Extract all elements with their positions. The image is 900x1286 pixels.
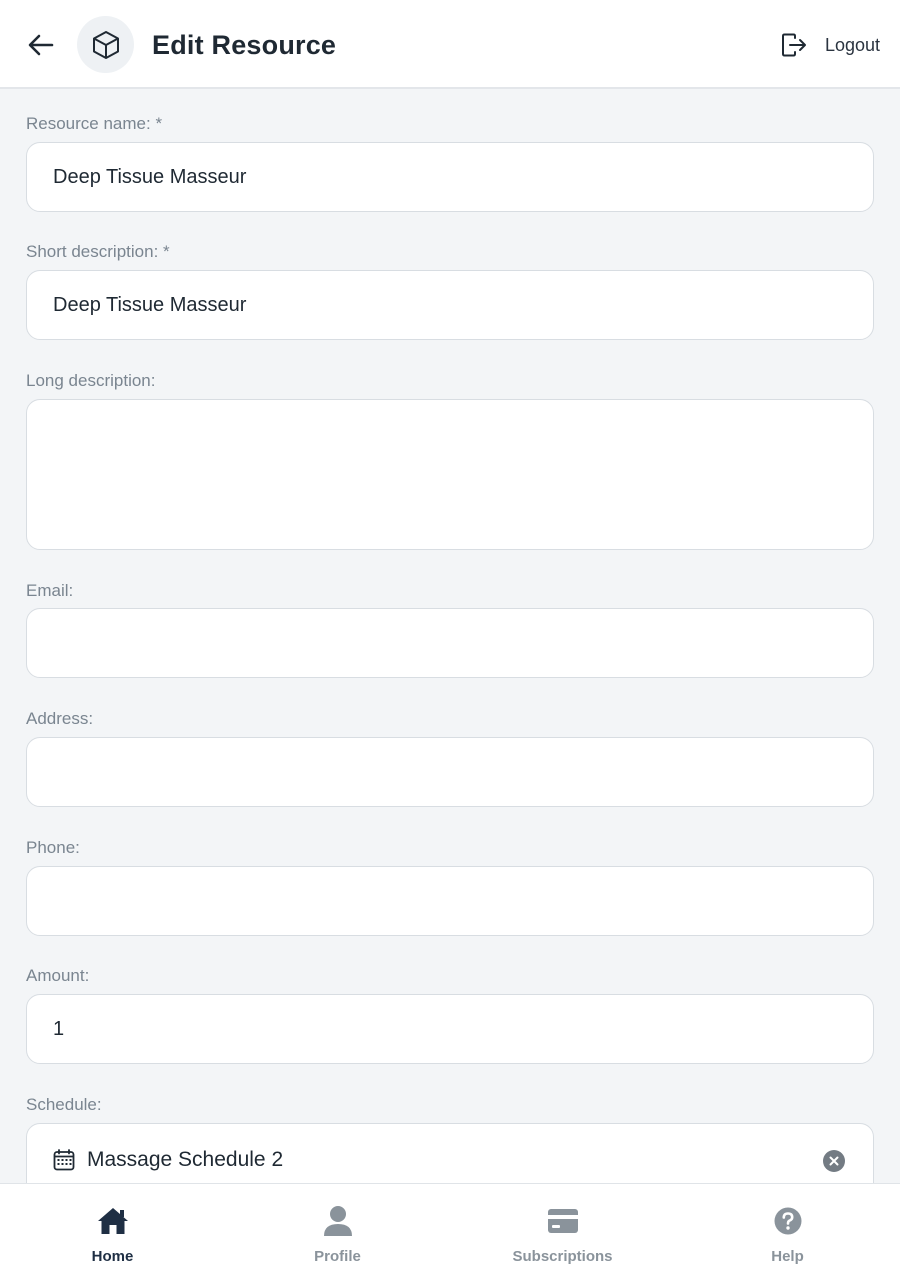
nav-label-profile: Profile	[314, 1248, 361, 1265]
short-description-input[interactable]	[26, 270, 874, 340]
edit-resource-form: Resource name: * Short description: * Lo…	[0, 89, 900, 1183]
short-description-label: Short description: *	[26, 242, 170, 261]
email-label: Email:	[26, 581, 74, 600]
long-description-textarea[interactable]	[26, 399, 874, 550]
back-button[interactable]	[22, 26, 60, 64]
resource-name-label: Resource name: *	[26, 114, 163, 133]
schedule-value: Massage Schedule 2	[87, 1148, 284, 1171]
arrow-left-icon	[28, 34, 54, 56]
logout-label: Logout	[824, 34, 880, 55]
app-root: Edit Resource Logout Resource name: * Sh…	[0, 0, 900, 1286]
address-input[interactable]	[26, 737, 874, 807]
close-icon	[829, 1156, 839, 1166]
calendar-icon	[53, 1149, 75, 1171]
address-label: Address:	[26, 709, 94, 728]
amount-input[interactable]	[26, 994, 874, 1064]
person-icon	[323, 1206, 352, 1236]
nav-label-help: Help	[771, 1248, 804, 1265]
logout-icon	[781, 33, 806, 57]
logout-button[interactable]: Logout	[781, 30, 880, 60]
page-title: Edit Resource	[152, 30, 337, 60]
amount-label: Amount:	[26, 966, 90, 985]
phone-label: Phone:	[26, 838, 80, 857]
phone-input[interactable]	[26, 866, 874, 936]
home-icon	[97, 1208, 128, 1234]
resource-name-input[interactable]	[26, 142, 874, 212]
resource-avatar	[77, 16, 134, 73]
app-header: Edit Resource Logout	[0, 0, 900, 89]
email-input[interactable]	[26, 608, 874, 678]
long-description-label: Long description:	[26, 371, 156, 390]
clear-schedule-button[interactable]	[823, 1150, 845, 1172]
nav-item-help[interactable]: Help	[675, 1184, 900, 1286]
schedule-select[interactable]: Massage Schedule 2	[26, 1123, 874, 1183]
nav-item-profile[interactable]: Profile	[225, 1184, 450, 1286]
nav-item-home[interactable]: Home	[0, 1184, 225, 1286]
nav-label-subscriptions: Subscriptions	[512, 1248, 613, 1265]
schedule-label: Schedule:	[26, 1095, 102, 1114]
nav-label-home: Home	[91, 1248, 134, 1265]
help-icon	[774, 1207, 801, 1235]
bottom-navigation: Home Profile Subscriptions Help	[0, 1183, 900, 1286]
card-icon	[547, 1209, 578, 1233]
nav-item-subscriptions[interactable]: Subscriptions	[450, 1184, 675, 1286]
cube-icon	[92, 30, 119, 59]
